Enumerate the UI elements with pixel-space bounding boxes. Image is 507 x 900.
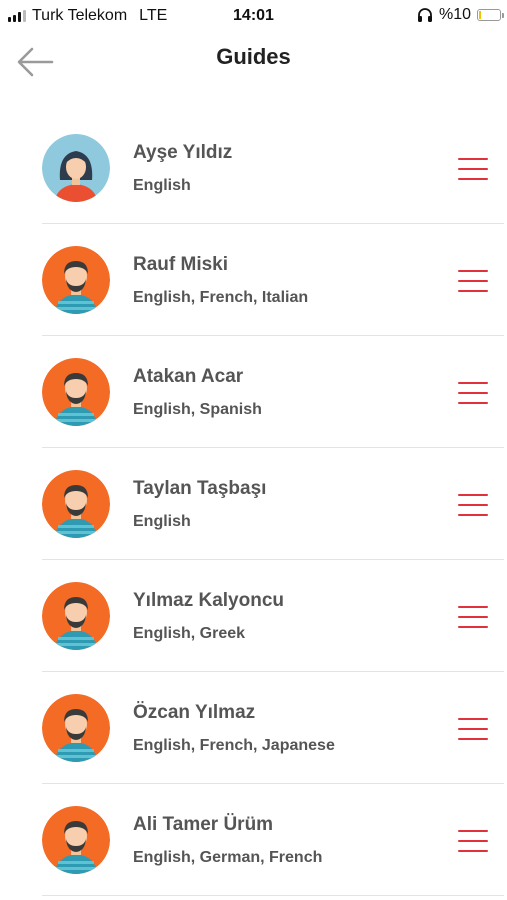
female-avatar — [42, 134, 110, 202]
nav-bar: Guides — [0, 32, 507, 88]
guide-name: Özcan Yılmaz — [133, 702, 256, 723]
guide-name: Ayşe Yıldız — [133, 142, 233, 163]
male-avatar — [42, 694, 110, 762]
guide-languages: English, Spanish — [133, 401, 262, 418]
male-avatar — [42, 358, 110, 426]
male-avatar — [42, 806, 110, 874]
reorder-handle-button[interactable] — [458, 828, 488, 854]
guide-row[interactable]: Taylan Taşbaşı English — [42, 448, 504, 560]
guide-languages: English — [133, 177, 191, 194]
reorder-handle-button[interactable] — [458, 604, 488, 630]
male-avatar — [42, 246, 110, 314]
guide-languages: English, German, French — [133, 849, 323, 866]
guide-languages: English, French, Italian — [133, 289, 309, 306]
guide-name: Atakan Acar — [133, 366, 244, 387]
page-title: Guides — [216, 44, 291, 69]
guide-row[interactable]: Özcan Yılmaz English, French, Japanese — [42, 672, 504, 784]
headphones-icon — [417, 8, 432, 22]
guide-name: Taylan Taşbaşı — [133, 478, 267, 499]
guide-row[interactable]: Atakan Acar English, Spanish — [42, 336, 504, 448]
reorder-handle-button[interactable] — [458, 156, 488, 182]
reorder-handle-button[interactable] — [458, 380, 488, 406]
guide-row[interactable]: Yılmaz Kalyoncu English, Greek — [42, 560, 504, 672]
guide-name: Yılmaz Kalyoncu — [133, 590, 284, 611]
guide-name: Ali Tamer Ürüm — [133, 814, 274, 835]
guide-list: Ayşe Yıldız English Rauf Miski English, … — [42, 112, 504, 896]
guide-row[interactable]: Ali Tamer Ürüm English, German, French — [42, 784, 504, 896]
status-right: %10 — [417, 6, 504, 24]
guide-row[interactable]: Rauf Miski English, French, Italian — [42, 224, 504, 336]
guide-row[interactable]: Ayşe Yıldız English — [42, 112, 504, 224]
status-bar: Turk Telekom LTE 14:01 %10 — [0, 0, 507, 32]
guide-languages: English, French, Japanese — [133, 737, 335, 754]
reorder-handle-button[interactable] — [458, 492, 488, 518]
guide-languages: English, Greek — [133, 625, 246, 642]
guide-name: Rauf Miski — [133, 254, 229, 275]
battery-icon — [477, 9, 504, 21]
male-avatar — [42, 470, 110, 538]
battery-percent: %10 — [438, 6, 471, 23]
reorder-handle-button[interactable] — [458, 268, 488, 294]
guide-languages: English — [133, 513, 191, 530]
male-avatar — [42, 582, 110, 650]
reorder-handle-button[interactable] — [458, 716, 488, 742]
